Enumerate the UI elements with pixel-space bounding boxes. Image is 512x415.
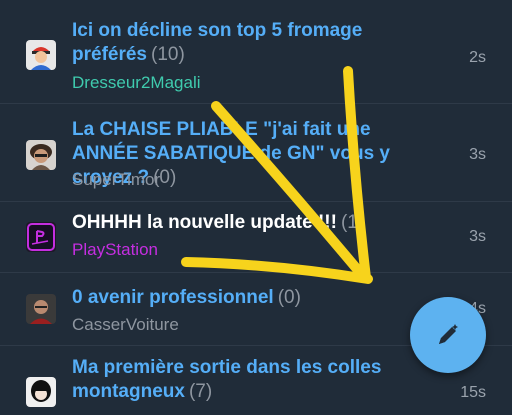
reply-count: (0) [277, 287, 301, 308]
author-name[interactable]: PlayStation [72, 240, 158, 260]
topic-row[interactable]: Ici on décline son top 5 fromage préféré… [0, 0, 512, 104]
topic-row[interactable]: La CHAISE PLIABLE "j'ai fait une ANNÉE S… [0, 103, 512, 202]
topic-title-text[interactable]: 0 avenir professionnel [72, 287, 274, 308]
post-age: 3s [469, 228, 486, 245]
topic-title-text[interactable]: Ici on décline son top 5 fromage préféré… [72, 20, 362, 65]
avatar[interactable] [26, 140, 56, 170]
topic-title[interactable]: Ici on décline son top 5 fromage préféré… [72, 19, 417, 67]
post-age: 3s [469, 146, 486, 163]
author-name[interactable]: Dresseur2Magali [72, 73, 201, 93]
author-name[interactable]: CasserVoiture [72, 315, 179, 335]
avatar[interactable] [26, 40, 56, 70]
topic-title[interactable]: OHHHH la nouvelle update !!! (1) [72, 211, 417, 235]
post-age: 2s [469, 49, 486, 66]
new-topic-button[interactable] [410, 297, 486, 373]
avatar[interactable] [26, 377, 56, 407]
avatar[interactable] [26, 294, 56, 324]
topic-row[interactable]: OHHHH la nouvelle update !!! (1) PlayStat… [0, 201, 512, 273]
topic-title-text[interactable]: Ma première sortie dans les colles monta… [72, 357, 381, 402]
avatar[interactable] [26, 222, 56, 252]
edit-pen-icon [439, 324, 458, 344]
reply-count: (1) [340, 212, 365, 233]
topic-title[interactable]: Ma première sortie dans les colles monta… [72, 356, 417, 404]
author-name[interactable]: SuperTimor [72, 170, 160, 190]
reply-count: (10) [151, 44, 185, 65]
topic-title-text[interactable]: OHHHH la nouvelle update !!! [72, 212, 337, 233]
topic-title[interactable]: 0 avenir professionnel (0) [72, 286, 417, 310]
post-age: 15s [460, 384, 486, 401]
reply-count: (7) [188, 381, 213, 402]
